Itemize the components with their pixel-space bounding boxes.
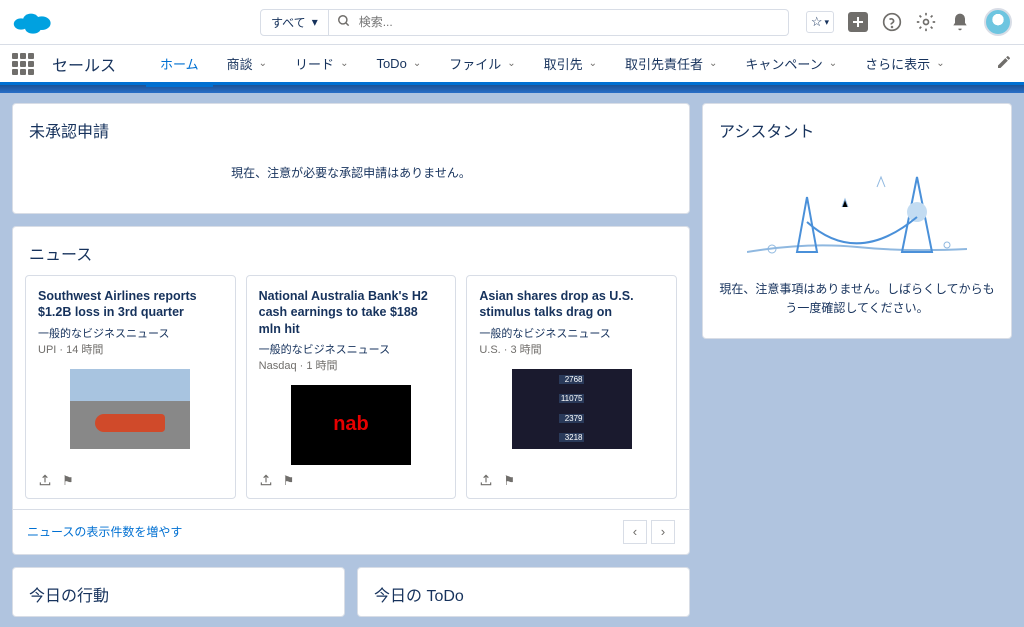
nav-tab-label: 取引先責任者 [625,54,703,73]
news-category: 一般的なビジネスニュース [38,325,223,341]
add-button[interactable] [848,12,868,32]
caret-down-icon: ▾ [824,17,829,28]
news-meta: Nasdaq · 1 時間 [259,357,444,373]
nav-tab-ToDo[interactable]: ToDo ⌄ [362,44,435,84]
news-next-button[interactable]: › [651,520,675,544]
nav-tab-取引先責任者[interactable]: 取引先責任者 ⌄ [611,44,731,84]
global-header: すべて ▾ ☆ ▾ [0,0,1024,45]
flag-icon[interactable]: ⚑ [503,473,515,490]
nav-tab-ファイル[interactable]: ファイル ⌄ [435,44,529,84]
nav-tab-ホーム[interactable]: ホーム [146,44,213,84]
news-category: 一般的なビジネスニュース [479,325,664,341]
search-input[interactable] [359,15,780,29]
nav-tab-label: ToDo [376,56,406,71]
nav-tab-取引先[interactable]: 取引先 ⌄ [530,44,611,84]
news-headline: National Australia Bank's H2 cash earnin… [259,288,444,337]
news-items: Southwest Airlines reports $1.2B loss in… [13,275,689,499]
search-icon [337,14,351,31]
news-actions: ⚑ [479,473,664,490]
star-icon: ☆ [811,14,823,30]
today-activity-card: 今日の行動 [12,567,345,617]
nav-tab-さらに表示[interactable]: さらに表示 ⌄ [851,44,958,84]
share-icon[interactable] [479,473,493,490]
approval-empty-msg: 現在、注意が必要な承認申請はありません。 [13,152,689,213]
avatar[interactable] [984,8,1012,36]
chevron-down-icon: ⌄ [589,58,597,69]
caret-down-icon: ▾ [312,15,318,29]
news-meta: U.S. · 3 時間 [479,341,664,357]
news-category: 一般的なビジネスニュース [259,341,444,357]
approval-title: 未承認申請 [13,104,689,152]
favorites-button[interactable]: ☆ ▾ [806,11,834,33]
today-todo-card: 今日の ToDo [357,567,690,617]
news-footer: ニュースの表示件数を増やす ‹ › [13,509,689,554]
assistant-message: 現在、注意事項はありません。しばらくしてからもう一度確認してください。 [703,272,1011,338]
news-meta: UPI · 14 時間 [38,341,223,357]
help-icon[interactable] [882,12,902,32]
nav-bar: セールス ホーム商談⌄リード⌄ToDo⌄ファイル⌄取引先⌄取引先責任者⌄キャンペ… [0,45,1024,85]
share-icon[interactable] [259,473,273,490]
nav-tab-商談[interactable]: 商談 ⌄ [213,44,281,84]
chevron-down-icon: ⌄ [936,58,944,69]
chevron-down-icon: ⌄ [709,58,717,69]
news-headline: Asian shares drop as U.S. stimulus talks… [479,288,664,321]
nav-tab-リード[interactable]: リード ⌄ [281,44,362,84]
approval-card: 未承認申請 現在、注意が必要な承認申請はありません。 [12,103,690,214]
chevron-down-icon: ⌄ [413,58,421,69]
pencil-icon[interactable] [996,54,1012,73]
global-search: すべて ▾ [260,9,789,36]
page-content: 未承認申請 現在、注意が必要な承認申請はありません。 ニュース Southwes… [0,93,1024,627]
news-item[interactable]: Southwest Airlines reports $1.2B loss in… [25,275,236,499]
header-actions: ☆ ▾ [806,8,1012,36]
share-icon[interactable] [38,473,52,490]
news-item[interactable]: Asian shares drop as U.S. stimulus talks… [466,275,677,499]
chevron-down-icon: ⌄ [507,58,515,69]
news-image: 27681107523793218 [512,369,632,449]
nav-tab-label: ホーム [160,54,199,73]
news-actions: ⚑ [38,473,223,490]
assistant-card: アシスタント 現在、注意事項はありません。しばらくしてからもう一度確認してくださ… [702,103,1012,339]
news-title: ニュース [13,227,689,275]
nav-tabs: ホーム商談⌄リード⌄ToDo⌄ファイル⌄取引先⌄取引先責任者⌄キャンペーン⌄さら… [146,44,959,84]
today-todo-title: 今日の ToDo [358,568,689,616]
news-headline: Southwest Airlines reports $1.2B loss in… [38,288,223,321]
flag-icon[interactable]: ⚑ [283,473,295,490]
news-actions: ⚑ [259,473,444,490]
gear-icon[interactable] [916,12,936,32]
chevron-down-icon: ⌄ [340,58,348,69]
search-box[interactable] [329,9,789,36]
app-launcher-icon[interactable] [12,53,34,75]
news-more-link[interactable]: ニュースの表示件数を増やす [27,523,182,540]
today-activity-title: 今日の行動 [13,568,344,616]
nav-tab-label: さらに表示 [865,54,930,73]
bell-icon[interactable] [950,12,970,32]
chevron-down-icon: ⌄ [829,58,837,69]
news-item[interactable]: National Australia Bank's H2 cash earnin… [246,275,457,499]
nav-tab-label: 取引先 [544,54,583,73]
nav-tab-label: 商談 [227,54,253,73]
scope-label: すべて [271,14,306,31]
search-scope-select[interactable]: すべて ▾ [260,9,329,36]
nav-tab-label: リード [295,54,334,73]
news-image: nab [291,385,411,465]
chevron-down-icon: ⌄ [259,58,267,69]
nav-tab-label: キャンペーン [745,54,822,73]
flag-icon[interactable]: ⚑ [62,473,74,490]
news-image [70,369,190,449]
nav-tab-キャンペーン[interactable]: キャンペーン ⌄ [731,44,851,84]
news-prev-button[interactable]: ‹ [623,520,647,544]
assistant-title: アシスタント [703,104,1011,152]
nav-tab-label: ファイル [449,54,501,73]
app-name: セールス [52,52,116,76]
news-nav: ‹ › [623,520,675,544]
assistant-illustration [703,152,1011,272]
salesforce-logo[interactable] [12,8,54,36]
news-card: ニュース Southwest Airlines reports $1.2B lo… [12,226,690,555]
